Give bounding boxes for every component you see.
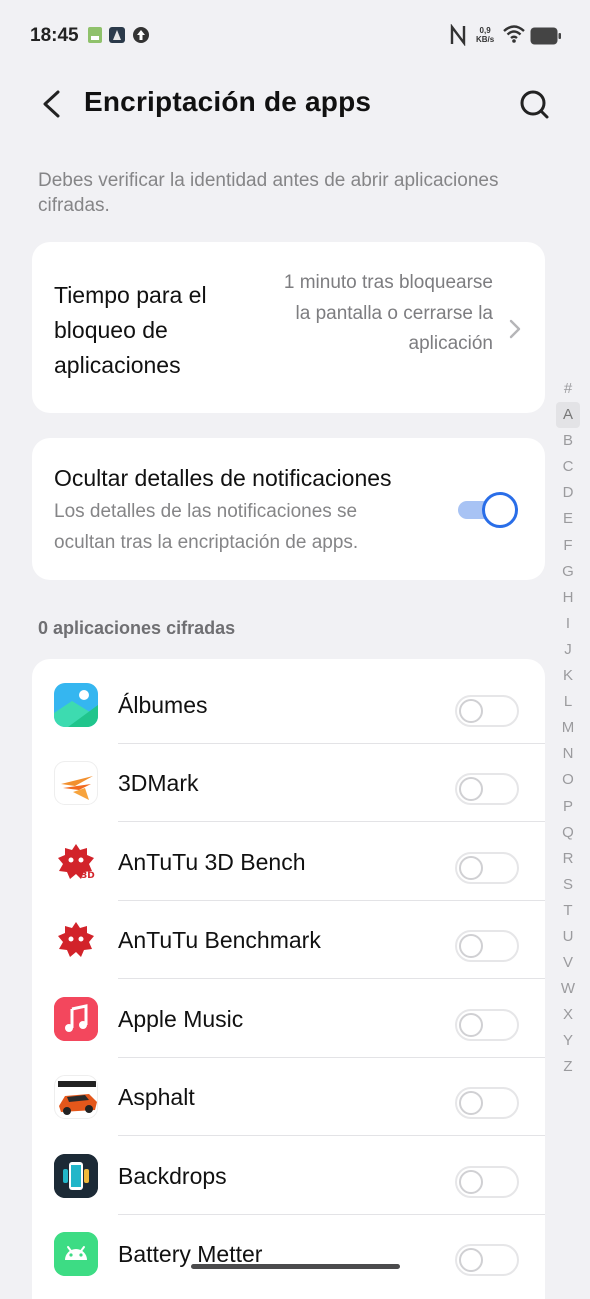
battery-metter-icon bbox=[54, 1232, 98, 1276]
encrypt-toggle[interactable] bbox=[455, 1244, 519, 1276]
net-speed: 0,9 KB/s bbox=[476, 26, 494, 44]
app-name: AnTuTu Benchmark bbox=[118, 927, 321, 953]
index-letter[interactable]: S bbox=[556, 872, 580, 898]
list-item[interactable]: Apple Music bbox=[32, 980, 545, 1058]
status-time: 18:45 bbox=[30, 25, 79, 46]
page-title: Encriptación de apps bbox=[84, 86, 372, 117]
index-letter[interactable]: V bbox=[556, 950, 580, 976]
index-letter[interactable]: U bbox=[556, 924, 580, 950]
index-letter[interactable]: I bbox=[556, 611, 580, 637]
home-indicator[interactable] bbox=[191, 1264, 400, 1269]
index-letter[interactable]: X bbox=[556, 1002, 580, 1028]
index-letter[interactable]: D bbox=[556, 480, 580, 506]
backdrops-icon bbox=[54, 1154, 98, 1198]
antutu-3d-icon: 3D bbox=[54, 840, 98, 884]
lock-time-value: 1 minuto tras bloquearse la pantalla o c… bbox=[283, 272, 493, 354]
nfc-icon bbox=[450, 23, 466, 51]
hide-notifications-setting: Ocultar detalles de notificaciones Los d… bbox=[32, 438, 545, 580]
lock-time-label: Tiempo para el bloqueo de aplicaciones bbox=[54, 282, 207, 378]
list-item[interactable]: Battery Metter bbox=[32, 1215, 545, 1293]
net-speed-unit: KB/s bbox=[476, 35, 495, 44]
index-letter[interactable]: C bbox=[556, 454, 580, 480]
encrypt-toggle[interactable] bbox=[455, 1009, 519, 1041]
upload-notification-icon bbox=[132, 26, 150, 49]
hide-notifications-subtitle: Los detalles de las notificaciones se oc… bbox=[54, 501, 359, 553]
encrypt-toggle[interactable] bbox=[455, 773, 519, 805]
asphalt-icon bbox=[54, 1075, 98, 1119]
index-letter[interactable]: Z bbox=[556, 1054, 580, 1080]
list-item[interactable]: AnTuTu Benchmark bbox=[32, 901, 545, 979]
3dmark-icon bbox=[54, 761, 98, 805]
net-speed-value: 0,9 bbox=[479, 26, 491, 35]
index-letter[interactable]: H bbox=[556, 585, 580, 611]
app-name: 3DMark bbox=[118, 770, 199, 796]
list-item[interactable]: Backdrops bbox=[32, 1137, 545, 1215]
wifi-icon bbox=[503, 24, 525, 49]
encrypt-toggle[interactable] bbox=[455, 930, 519, 962]
battery-icon bbox=[530, 27, 562, 50]
index-letter[interactable]: J bbox=[556, 637, 580, 663]
index-letter[interactable]: Q bbox=[556, 820, 580, 846]
app-name: Asphalt bbox=[118, 1084, 195, 1110]
description-text: Debes verificar la identidad antes de ab… bbox=[38, 170, 499, 216]
index-letter[interactable]: # bbox=[556, 376, 580, 402]
hide-notifications-label: Ocultar detalles de notificaciones bbox=[54, 465, 392, 491]
back-button[interactable] bbox=[36, 86, 70, 122]
divider bbox=[118, 821, 545, 822]
gallery-notification-icon bbox=[87, 26, 103, 49]
index-letter[interactable]: P bbox=[556, 794, 580, 820]
lock-time-setting[interactable]: Tiempo para el bloqueo de aplicaciones 1… bbox=[32, 242, 545, 413]
apple-music-icon bbox=[54, 997, 98, 1041]
app-name: Apple Music bbox=[118, 1006, 244, 1032]
app-name: Backdrops bbox=[118, 1163, 227, 1189]
list-item[interactable]: 3DMark bbox=[32, 744, 545, 822]
app-name: AnTuTu 3D Bench bbox=[118, 849, 306, 875]
index-letter[interactable]: M bbox=[556, 715, 580, 741]
index-letter[interactable]: Y bbox=[556, 1028, 580, 1054]
encrypt-toggle[interactable] bbox=[455, 852, 519, 884]
albums-icon bbox=[54, 683, 98, 727]
encrypt-toggle[interactable] bbox=[455, 1087, 519, 1119]
index-letter[interactable]: A bbox=[556, 402, 580, 429]
index-letter[interactable]: R bbox=[556, 846, 580, 872]
index-letter[interactable]: G bbox=[556, 559, 580, 585]
search-button[interactable] bbox=[516, 86, 552, 122]
list-item[interactable]: 3D AnTuTu 3D Bench bbox=[32, 823, 545, 901]
chevron-right-icon bbox=[507, 318, 523, 340]
list-item[interactable]: Asphalt bbox=[32, 1058, 545, 1136]
status-bar: 18:45 0,9 KB/s bbox=[0, 0, 590, 72]
index-letter[interactable]: K bbox=[556, 663, 580, 689]
index-letter[interactable]: N bbox=[556, 741, 580, 767]
app-bar: Encriptación de apps bbox=[0, 72, 590, 136]
index-letter[interactable]: F bbox=[556, 533, 580, 559]
index-letter[interactable]: E bbox=[556, 506, 580, 532]
app-list: Álbumes 3DMark 3D AnTuTu 3D Bench AnTuTu… bbox=[32, 659, 545, 1299]
search-icon bbox=[520, 90, 549, 119]
hide-notifications-toggle[interactable] bbox=[456, 492, 518, 528]
encrypt-toggle[interactable] bbox=[455, 695, 519, 727]
divider bbox=[118, 978, 545, 979]
index-letter[interactable]: W bbox=[556, 976, 580, 1002]
app-notification-icon bbox=[108, 26, 126, 49]
index-letter[interactable]: T bbox=[556, 898, 580, 924]
svg-text:3D: 3D bbox=[81, 871, 95, 881]
app-name: Álbumes bbox=[118, 692, 208, 718]
index-letter[interactable]: B bbox=[556, 428, 580, 454]
antutu-icon bbox=[54, 918, 98, 962]
index-letter[interactable]: L bbox=[556, 689, 580, 715]
encrypt-toggle[interactable] bbox=[455, 1166, 519, 1198]
index-letter[interactable]: O bbox=[556, 767, 580, 793]
divider bbox=[118, 1135, 545, 1136]
alphabet-index[interactable]: # A B C D E F G H I J K L M N O P Q R S T U V W X Y Z bbox=[556, 376, 580, 1081]
list-item[interactable]: Álbumes bbox=[32, 666, 545, 744]
section-header: 0 aplicaciones cifradas bbox=[38, 618, 236, 638]
